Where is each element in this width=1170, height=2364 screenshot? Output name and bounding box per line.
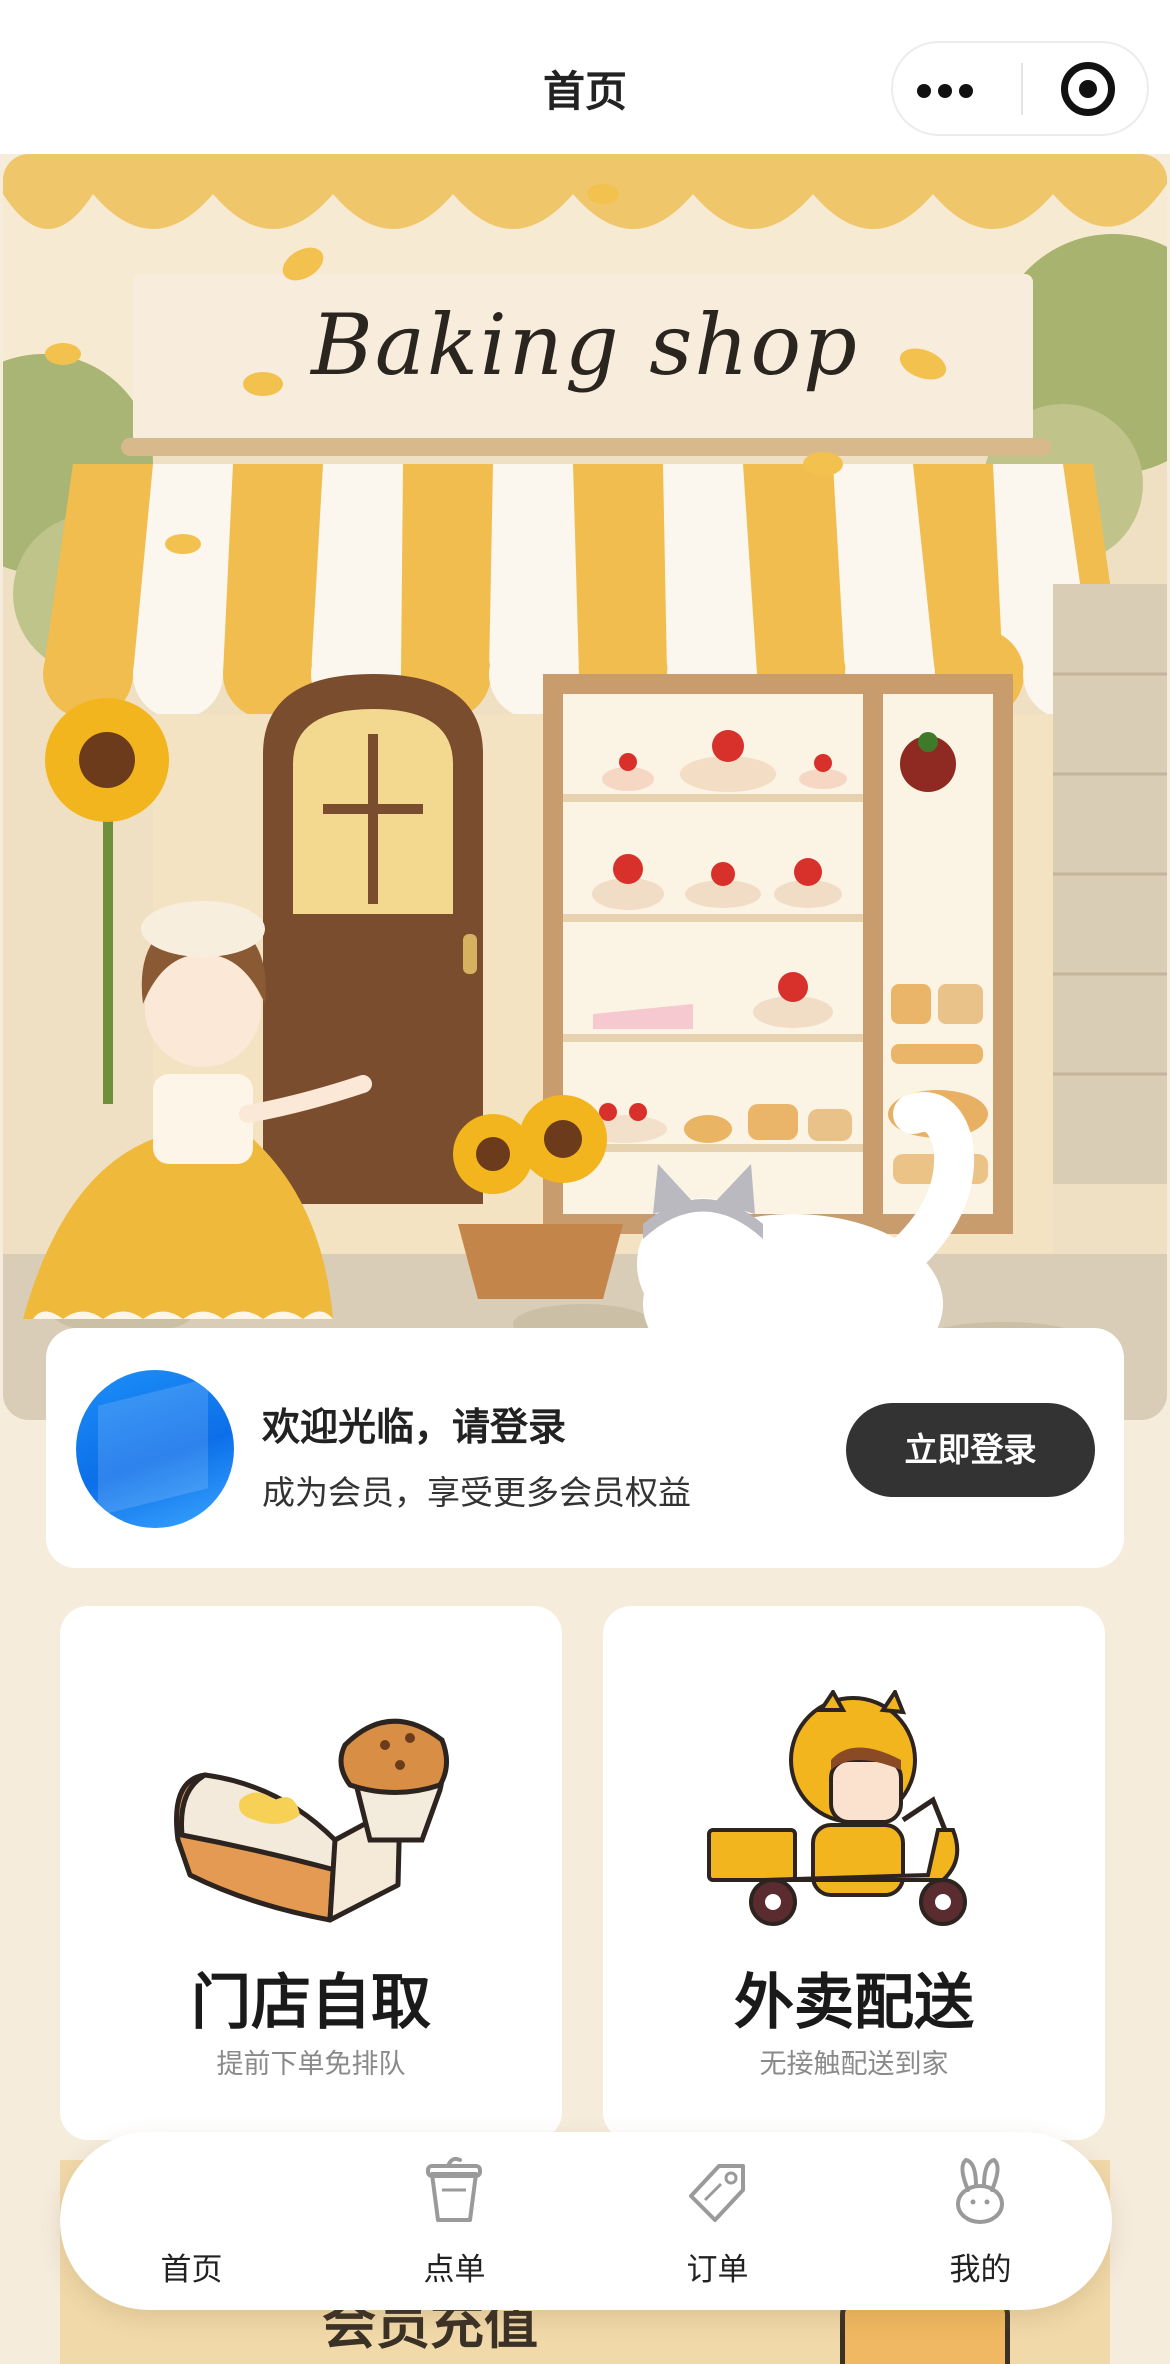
store-pickup-title: 门店自取	[191, 1968, 431, 2038]
welcome-text: 欢迎光临，请登录	[262, 1405, 567, 1449]
tab-home-label: 首页	[160, 2252, 223, 2288]
target-close-icon[interactable]	[1061, 62, 1115, 116]
bottom-tab-bar: 首页 点单 订单 我的	[60, 2132, 1112, 2310]
cake-slice-icon	[174, 1718, 449, 1923]
bunny-icon	[956, 2157, 1004, 2224]
delivery-title: 外卖配送	[734, 1968, 974, 2038]
store-pickup-subtitle: 提前下单免排队	[216, 2049, 406, 2080]
delivery-card[interactable]: 外卖配送 无接触配送到家	[603, 1606, 1105, 2140]
tab-mine[interactable]: 我的	[849, 2132, 1112, 2310]
tab-order-label: 点单	[423, 2252, 486, 2288]
membership-subtitle: 成为会员，享受更多会员权益	[262, 1473, 691, 1512]
login-card: 欢迎光临，请登录 成为会员，享受更多会员权益 立即登录	[46, 1328, 1124, 1568]
tag-icon	[689, 2164, 745, 2222]
hero-banner: Baking shop	[3, 154, 1167, 1420]
delivery-scooter-icon	[707, 1690, 967, 1926]
login-button[interactable]: 立即登录	[846, 1403, 1095, 1497]
default-avatar-icon[interactable]	[76, 1370, 234, 1528]
shop-sign-text: Baking shop	[311, 296, 859, 394]
tab-mine-label: 我的	[949, 2252, 1012, 2288]
tab-order[interactable]: 点单	[323, 2132, 586, 2310]
mini-program-capsule	[891, 41, 1149, 136]
tab-home[interactable]: 首页	[60, 2132, 323, 2310]
capsule-divider	[1021, 63, 1023, 115]
tab-orders-label: 订单	[686, 2252, 749, 2288]
delivery-subtitle: 无接触配送到家	[759, 2049, 949, 2080]
more-dots-icon[interactable]	[893, 43, 1021, 134]
cup-icon	[426, 2156, 482, 2222]
store-pickup-card[interactable]: 门店自取 提前下单免排队	[60, 1606, 562, 2140]
tab-orders[interactable]: 订单	[586, 2132, 849, 2310]
top-navigation-bar: 首页	[0, 0, 1170, 154]
